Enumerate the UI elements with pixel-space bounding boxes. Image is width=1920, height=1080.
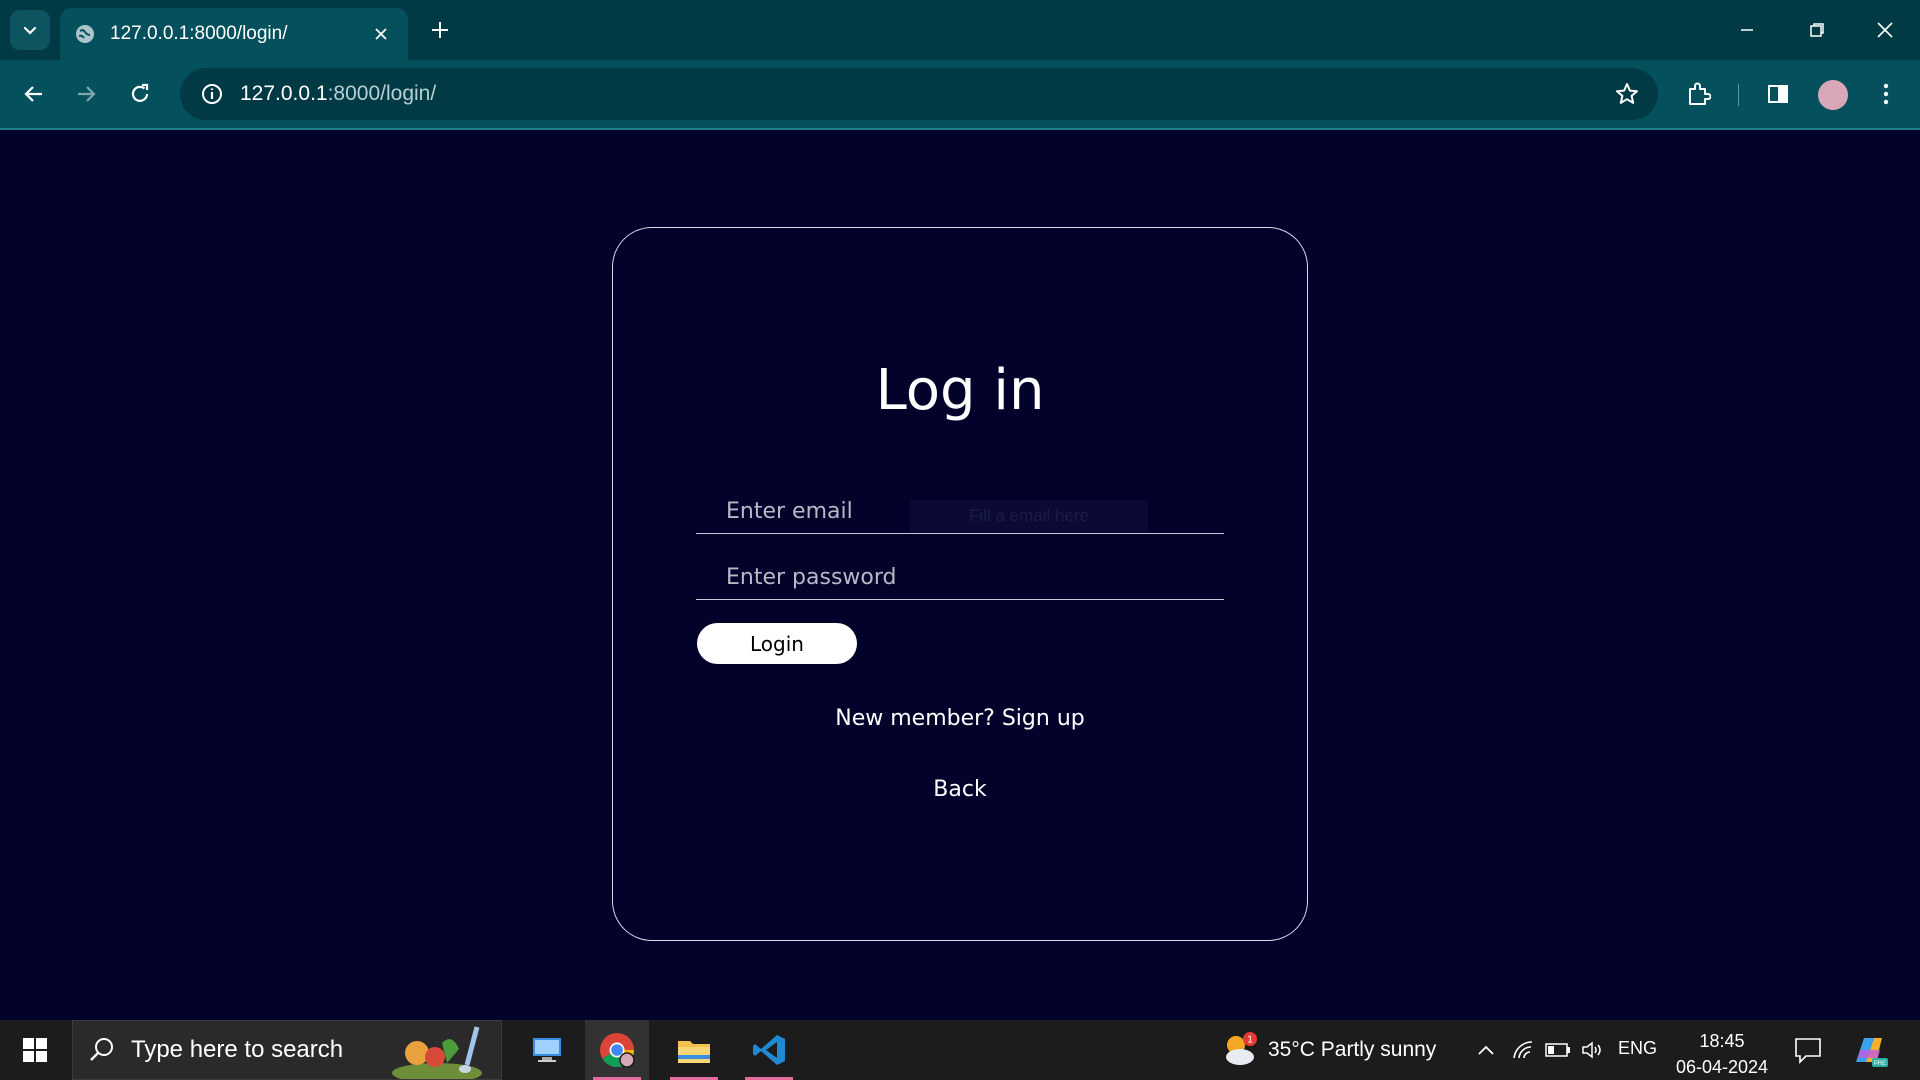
chevron-up-icon: [1478, 1045, 1494, 1055]
network-status[interactable]: [1508, 1036, 1538, 1064]
copilot-icon[interactable]: PRE: [1850, 1032, 1890, 1068]
notification-icon[interactable]: [1792, 1034, 1824, 1066]
validation-tooltip: Fill a email here: [910, 500, 1148, 532]
speaker-icon: [1582, 1041, 1601, 1059]
url-host: 127.0.0.1: [240, 82, 328, 105]
taskbar-app-remote-desktop[interactable]: [515, 1020, 579, 1080]
close-icon: [1877, 22, 1893, 38]
reload-button[interactable]: [120, 74, 160, 114]
login-button[interactable]: Login: [697, 623, 857, 664]
minimize-button[interactable]: [1712, 0, 1782, 60]
taskbar-search-box[interactable]: Type here to search: [72, 1020, 502, 1080]
kebab-menu-icon: [1883, 83, 1889, 105]
taskbar-app-file-explorer[interactable]: [662, 1020, 726, 1080]
browser-tab-bar: 127.0.0.1:8000/login/: [0, 0, 1920, 60]
vscode-icon: [753, 1035, 785, 1065]
star-icon[interactable]: [1614, 81, 1640, 107]
globe-icon: [74, 23, 96, 45]
url-path: :8000/login/: [327, 82, 437, 105]
restore-button[interactable]: [1782, 0, 1852, 60]
input-language[interactable]: ENG: [1618, 1038, 1657, 1059]
battery-status[interactable]: [1543, 1036, 1573, 1064]
forward-arrow-icon: [78, 86, 96, 102]
back-arrow-icon: [24, 86, 42, 102]
window-close-button[interactable]: [1850, 0, 1920, 60]
reload-icon: [131, 83, 149, 102]
start-button[interactable]: [10, 1030, 60, 1070]
weather-text: 35°C Partly sunny: [1268, 1038, 1437, 1061]
chevron-down-icon: [23, 26, 37, 35]
wifi-icon: [1513, 1041, 1533, 1059]
close-icon[interactable]: [368, 21, 394, 47]
file-explorer-icon: [678, 1041, 710, 1063]
system-clock[interactable]: 18:45 06-04-2024: [1672, 1028, 1772, 1080]
taskbar-app-chrome[interactable]: [585, 1020, 649, 1080]
tab-title: 127.0.0.1:8000/login/: [110, 23, 288, 44]
extensions-icon: [1689, 82, 1711, 105]
chrome-menu-button[interactable]: [1868, 76, 1904, 112]
restore-icon: [1810, 23, 1824, 37]
volume-control[interactable]: [1578, 1036, 1608, 1064]
chrome-icon: [600, 1033, 635, 1068]
new-tab-button[interactable]: [422, 12, 458, 48]
remote-desktop-icon: [533, 1038, 561, 1062]
info-icon[interactable]: [186, 68, 238, 120]
minimize-icon: [1741, 29, 1753, 31]
url-text[interactable]: 127.0.0.1:8000/login/: [240, 82, 436, 106]
clock-date: 06-04-2024: [1675, 1057, 1769, 1077]
taskbar-app-vscode[interactable]: [737, 1020, 801, 1080]
plus-icon: [432, 22, 448, 38]
password-field[interactable]: [696, 556, 1224, 600]
login-card: Log in Fill a email here Login New membe…: [612, 227, 1308, 941]
back-button[interactable]: [14, 74, 54, 114]
weather-alert-badge: 1: [1247, 1035, 1253, 1046]
toolbar-divider: [1738, 84, 1739, 106]
svg-text:PRE: PRE: [1874, 1061, 1886, 1067]
side-panel-button[interactable]: [1760, 76, 1796, 112]
windows-taskbar: Type here to search 1 35°C Partly sunny …: [0, 1020, 1920, 1080]
side-panel-icon: [1768, 85, 1788, 103]
back-link[interactable]: Back: [613, 777, 1307, 802]
extensions-button[interactable]: [1680, 76, 1716, 112]
show-hidden-icons-button[interactable]: [1472, 1036, 1500, 1064]
signup-link[interactable]: New member? Sign up: [613, 706, 1307, 731]
clock-time: 18:45: [1699, 1031, 1745, 1051]
forward-button[interactable]: [66, 74, 106, 114]
address-bar[interactable]: 127.0.0.1:8000/login/: [180, 68, 1658, 120]
search-highlight-illustration: [392, 1026, 482, 1079]
page-title: Log in: [875, 358, 1045, 423]
browser-toolbar: 127.0.0.1:8000/login/: [0, 60, 1920, 130]
search-icon: [90, 1038, 113, 1061]
tab-search-button[interactable]: [10, 10, 50, 50]
page-viewport: Log in Fill a email here Login New membe…: [0, 132, 1920, 1020]
windows-start-icon: [23, 1038, 47, 1062]
weather-widget[interactable]: 1 35°C Partly sunny: [1220, 1030, 1440, 1070]
taskbar-search-placeholder: Type here to search: [131, 1036, 344, 1063]
browser-tab[interactable]: 127.0.0.1:8000/login/: [60, 8, 408, 60]
weather-icon: 1: [1220, 1031, 1258, 1069]
battery-icon: [1545, 1043, 1570, 1057]
profile-avatar[interactable]: [1818, 80, 1848, 110]
